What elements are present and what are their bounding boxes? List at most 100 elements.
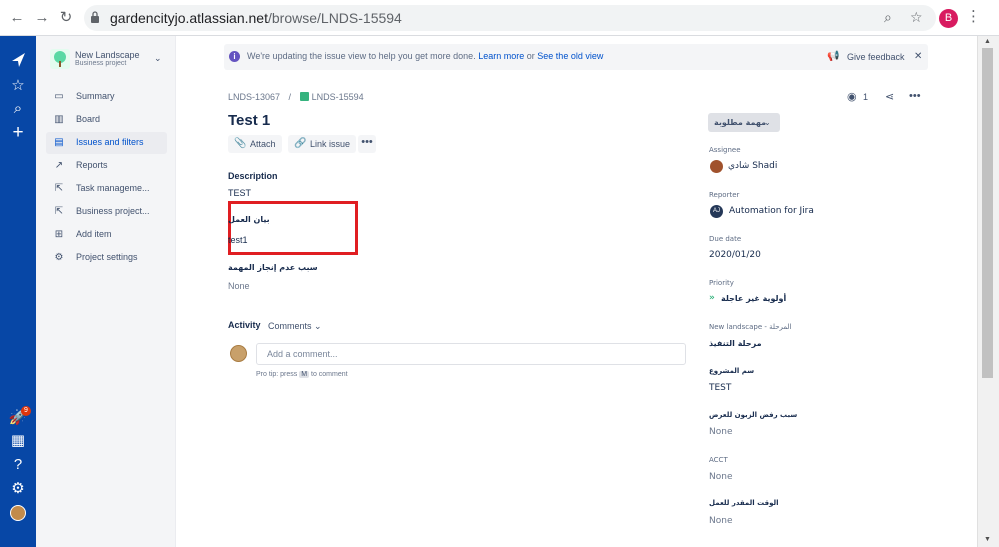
user-avatar[interactable] bbox=[10, 505, 26, 521]
forward-icon[interactable]: → bbox=[33, 9, 51, 27]
sidebar-item-label: Project settings bbox=[76, 252, 138, 262]
breadcrumb: LNDS-13067 / LNDS-15594 bbox=[228, 92, 364, 102]
issues-icon: ▤ bbox=[54, 137, 64, 148]
protip-prefix: Pro tip: press bbox=[256, 371, 298, 378]
lock-icon bbox=[91, 11, 99, 23]
profile-avatar[interactable]: B bbox=[939, 9, 958, 28]
back-icon[interactable]: ← bbox=[8, 9, 26, 27]
chevron-down-icon[interactable]: ⌄ bbox=[154, 53, 162, 64]
assignee-label: Assignee bbox=[709, 146, 741, 154]
zoom-icon[interactable]: ⌕ bbox=[884, 9, 892, 26]
sidebar-item-reports[interactable]: ↗ Reports bbox=[46, 155, 167, 177]
stage-value[interactable]: مرحلة التنفيذ bbox=[709, 339, 762, 348]
info-icon: i bbox=[229, 51, 240, 62]
project-name-label: سم المشروع bbox=[709, 367, 755, 375]
sidebar-item-task-management[interactable]: ⇱ Task manageme... bbox=[46, 178, 167, 200]
status-label: مهمة مطلوبة bbox=[714, 118, 767, 127]
shortcut-icon: ⇱ bbox=[54, 183, 64, 194]
more-actions-icon[interactable]: ••• bbox=[909, 90, 921, 102]
project-name[interactable]: New Landscape bbox=[75, 50, 140, 60]
field-incomplete-reason-value[interactable]: None bbox=[228, 281, 250, 291]
highlight-annotation bbox=[228, 201, 358, 255]
status-dropdown[interactable]: مهمة مطلوبة ⌄ bbox=[708, 113, 780, 132]
reporter-avatar: AJ bbox=[710, 205, 723, 218]
comment-input[interactable]: Add a comment... bbox=[256, 343, 686, 365]
megaphone-icon: 📢 bbox=[827, 51, 840, 62]
help-icon[interactable]: ? bbox=[8, 455, 28, 475]
priority-label: Priority bbox=[709, 279, 734, 287]
assignee-avatar bbox=[710, 160, 723, 173]
estimated-time-value[interactable]: None bbox=[709, 516, 732, 526]
jira-logo-icon[interactable] bbox=[8, 50, 28, 70]
field-work-statement-value[interactable]: test1 bbox=[228, 235, 248, 245]
link-issue-label: Link issue bbox=[310, 139, 351, 149]
attach-label: Attach bbox=[250, 139, 276, 149]
close-icon[interactable]: ✕ bbox=[914, 51, 922, 62]
assignee-value[interactable]: شادي Shadi bbox=[728, 161, 777, 171]
url-text: gardencityjo.atlassian.net/browse/LNDS-1… bbox=[110, 10, 402, 26]
old-view-link[interactable]: See the old view bbox=[537, 51, 603, 61]
sidebar-item-board[interactable]: ▥ Board bbox=[46, 109, 167, 131]
address-bar[interactable]: gardencityjo.atlassian.net/browse/LNDS-1… bbox=[84, 5, 936, 31]
scrollbar[interactable]: ▲ ▼ bbox=[977, 36, 999, 547]
project-name-value[interactable]: TEST bbox=[709, 383, 731, 393]
comments-filter-label: Comments bbox=[268, 321, 312, 331]
app-switcher-icon[interactable]: ▦ bbox=[8, 431, 28, 451]
stage-label: New landscape - المرحلة bbox=[709, 323, 792, 331]
due-date-value[interactable]: 2020/01/20 bbox=[709, 250, 761, 260]
project-type: Business project bbox=[75, 60, 127, 67]
sidebar-item-label: Business project... bbox=[76, 206, 150, 216]
issue-title[interactable]: Test 1 bbox=[228, 112, 270, 129]
share-icon[interactable]: ⋖ bbox=[885, 90, 894, 103]
sidebar-item-add-item[interactable]: ⊞ Add item bbox=[46, 224, 167, 246]
parent-issue-link[interactable]: LNDS-13067 bbox=[228, 92, 280, 102]
sidebar-item-label: Summary bbox=[76, 91, 115, 101]
acct-value[interactable]: None bbox=[709, 472, 732, 482]
acct-label: ACCT bbox=[709, 456, 728, 464]
summary-icon: ▭ bbox=[54, 91, 64, 102]
notification-badge: 9 bbox=[21, 406, 31, 416]
create-icon[interactable]: + bbox=[8, 123, 28, 143]
watch-icon[interactable]: ◉ bbox=[847, 90, 857, 103]
scroll-up-icon[interactable]: ▲ bbox=[984, 38, 991, 45]
reporter-value[interactable]: Automation for Jira bbox=[729, 206, 814, 216]
scroll-down-icon[interactable]: ▼ bbox=[984, 536, 991, 543]
estimated-time-label: الوقت المقدر للعمل bbox=[709, 499, 779, 507]
sidebar-item-project-settings[interactable]: ⚙ Project settings bbox=[46, 247, 167, 269]
browser-menu-icon[interactable]: ⋮ bbox=[966, 8, 981, 26]
reload-icon[interactable]: ↻ bbox=[57, 9, 75, 27]
customer-rejection-value[interactable]: None bbox=[709, 427, 732, 437]
link-issue-button[interactable]: 🔗 Link issue bbox=[288, 135, 357, 153]
comments-filter-dropdown[interactable]: Comments ⌄ bbox=[268, 321, 322, 332]
scrollbar-thumb[interactable] bbox=[982, 48, 993, 378]
story-icon bbox=[299, 92, 309, 101]
sidebar-item-business-project[interactable]: ⇱ Business project... bbox=[46, 201, 167, 223]
global-navigation: ☆ ⌕ + 🚀 9 ▦ ? ⚙ bbox=[0, 36, 36, 547]
starred-icon[interactable]: ☆ bbox=[8, 76, 28, 96]
attach-button[interactable]: 📎 Attach bbox=[228, 135, 282, 153]
settings-gear-icon[interactable]: ⚙ bbox=[8, 479, 28, 499]
sidebar-item-label: Add item bbox=[76, 229, 112, 239]
banner-message: We're updating the issue view to help yo… bbox=[247, 51, 476, 61]
sidebar-item-issues[interactable]: ▤ Issues and filters bbox=[46, 132, 167, 154]
protip-suffix: to comment bbox=[311, 371, 348, 378]
project-avatar[interactable] bbox=[50, 49, 70, 69]
learn-more-link[interactable]: Learn more bbox=[478, 51, 524, 61]
more-button[interactable]: ••• bbox=[358, 135, 376, 153]
field-work-statement-label: بيان العمل bbox=[228, 215, 270, 224]
sidebar-item-label: Issues and filters bbox=[76, 137, 144, 147]
sidebar-item-label: Task manageme... bbox=[76, 183, 150, 193]
issue-view: i We're updating the issue view to help … bbox=[176, 36, 977, 547]
give-feedback-button[interactable]: Give feedback bbox=[847, 52, 905, 62]
search-icon[interactable]: ⌕ bbox=[8, 99, 28, 119]
priority-value[interactable]: أولوية غير عاجلة bbox=[721, 294, 786, 303]
priority-low-icon: » bbox=[709, 293, 715, 303]
issue-key-link[interactable]: LNDS-15594 bbox=[312, 92, 364, 102]
protip-text: Pro tip: press M to comment bbox=[256, 371, 348, 378]
url-path: /browse/LNDS-15594 bbox=[268, 10, 402, 26]
customer-rejection-label: سبب رفض الزبون للعرض bbox=[709, 411, 798, 419]
bookmark-star-icon[interactable]: ☆ bbox=[910, 9, 923, 26]
description-label: Description bbox=[228, 171, 278, 181]
description-value[interactable]: TEST bbox=[228, 188, 251, 198]
sidebar-item-summary[interactable]: ▭ Summary bbox=[46, 86, 167, 108]
